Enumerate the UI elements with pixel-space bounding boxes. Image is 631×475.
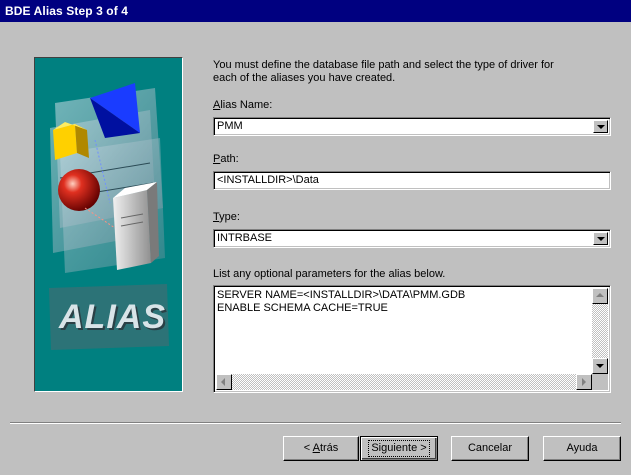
instructions-line-2: each of the aliases you have created.	[213, 72, 396, 84]
alias-name-dropdown-button[interactable]	[593, 120, 608, 133]
back-mnemonic: A	[312, 442, 320, 454]
scroll-up-button[interactable]	[592, 288, 608, 304]
type-label: Type:	[213, 211, 240, 223]
alias-illustration: ALIAS	[34, 57, 183, 392]
alias-logo-text: ALIAS	[59, 298, 166, 336]
path-label: Path:	[213, 153, 239, 165]
back-button[interactable]: < Atrás	[283, 436, 359, 461]
next-label: Siguiente >	[368, 440, 430, 457]
params-textarea[interactable]: SERVER NAME=<INSTALLDIR>\DATA\PMM.GDB EN…	[213, 285, 611, 393]
scrollbar-corner	[592, 374, 608, 390]
wizard-window: BDE Alias Step 3 of 4 ALIAS You must def…	[0, 0, 631, 475]
alias-name-label-rest: lias Name:	[220, 99, 273, 111]
cancel-label: Cancelar	[467, 442, 513, 454]
title-bar[interactable]: BDE Alias Step 3 of 4	[0, 0, 631, 22]
driver-type-combobox[interactable]: INTRBASE	[213, 229, 611, 248]
scroll-right-button[interactable]	[576, 374, 592, 390]
path-label-rest: ath:	[220, 153, 239, 165]
alias-name-label: Alias Name:	[213, 99, 272, 111]
driver-type-dropdown-button[interactable]	[593, 232, 608, 245]
params-line-1: SERVER NAME=<INSTALLDIR>\DATA\PMM.GDB	[217, 289, 466, 301]
params-vertical-scrollbar[interactable]	[592, 288, 608, 374]
params-line-2: ENABLE SCHEMA CACHE=TRUE	[217, 302, 388, 314]
driver-type-value: INTRBASE	[217, 232, 273, 244]
window-title: BDE Alias Step 3 of 4	[5, 4, 129, 18]
type-label-rest: ype:	[219, 211, 240, 223]
back-prefix: <	[303, 442, 313, 454]
alias-name-value: PMM	[217, 120, 243, 132]
next-button[interactable]: Siguiente >	[360, 436, 438, 461]
help-label: Ayuda	[566, 442, 598, 454]
scroll-down-button[interactable]	[592, 358, 608, 374]
scroll-left-button[interactable]	[216, 374, 232, 390]
alias-name-combobox[interactable]: PMM	[213, 117, 611, 136]
instructions-text: You must define the database file path a…	[213, 59, 613, 85]
path-value: <INSTALLDIR>\Data	[217, 174, 319, 186]
params-label: List any optional parameters for the ali…	[213, 268, 446, 280]
back-label-rest: trás	[319, 442, 339, 454]
instructions-line-1: You must define the database file path a…	[213, 59, 554, 71]
help-button[interactable]: Ayuda	[543, 436, 621, 461]
button-separator	[10, 422, 621, 424]
alias-artwork-icon	[49, 83, 169, 350]
path-input[interactable]: <INSTALLDIR>\Data	[213, 171, 611, 190]
cancel-button[interactable]: Cancelar	[451, 436, 529, 461]
params-horizontal-scrollbar[interactable]	[216, 374, 592, 390]
